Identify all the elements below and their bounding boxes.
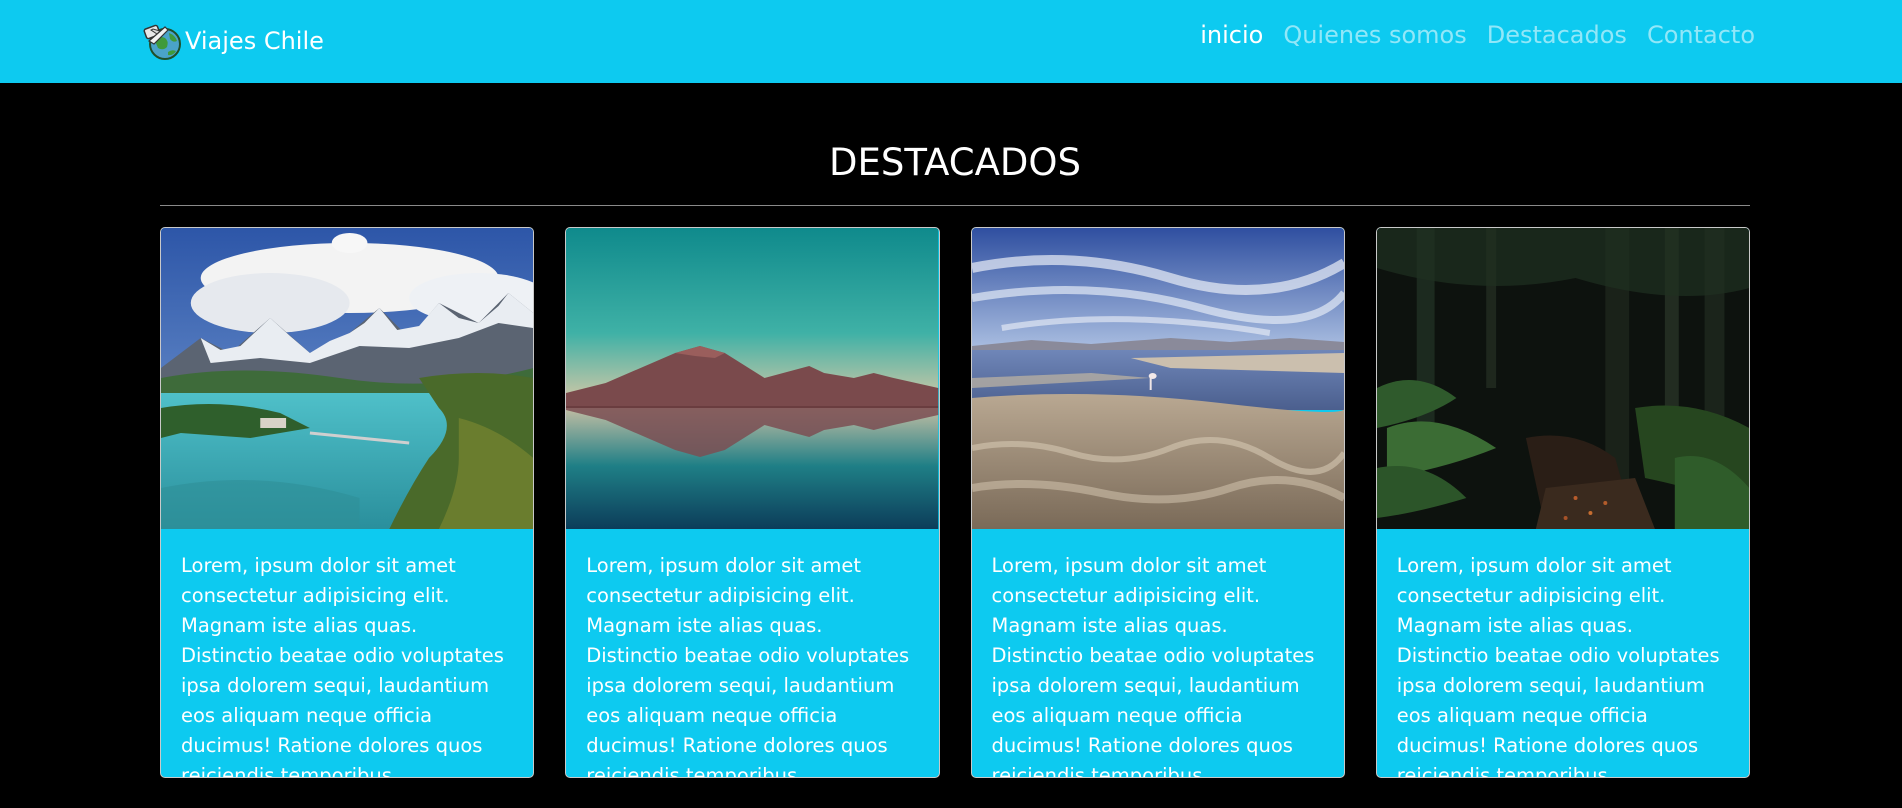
card-description: Lorem, ipsum dolor sit amet consectetur … bbox=[1396, 554, 1720, 778]
section-divider bbox=[160, 205, 1750, 206]
card-body: Lorem, ipsum dolor sit amet consectetur … bbox=[1377, 529, 1749, 778]
volcano-reflection-lake-photo bbox=[566, 228, 939, 529]
section-title: DESTACADOS bbox=[829, 141, 1081, 184]
destination-card[interactable]: Lorem, ipsum dolor sit amet consectetur … bbox=[565, 227, 940, 778]
nav-menu: inicio Quienes somos Destacados Contacto bbox=[1200, 18, 1755, 52]
card-body: Lorem, ipsum dolor sit amet consectetur … bbox=[566, 529, 938, 778]
card-body: Lorem, ipsum dolor sit amet consectetur … bbox=[161, 529, 533, 778]
nav-link-contacto[interactable]: Contacto bbox=[1647, 18, 1755, 52]
destination-card[interactable]: Lorem, ipsum dolor sit amet consectetur … bbox=[970, 227, 1345, 778]
card-description: Lorem, ipsum dolor sit amet consectetur … bbox=[991, 554, 1315, 778]
card-grid: Lorem, ipsum dolor sit amet consectetur … bbox=[160, 227, 1750, 778]
forest-trail-photo bbox=[1376, 228, 1749, 529]
nav-link-quienes-somos[interactable]: Quienes somos bbox=[1283, 18, 1466, 52]
travel-globe-logo-icon bbox=[143, 24, 181, 60]
card-description: Lorem, ipsum dolor sit amet consectetur … bbox=[586, 554, 910, 778]
brand-name: Viajes Chile bbox=[185, 27, 324, 55]
card-description: Lorem, ipsum dolor sit amet consectetur … bbox=[181, 554, 504, 778]
nav-link-inicio[interactable]: inicio bbox=[1200, 18, 1263, 52]
destination-card[interactable]: Lorem, ipsum dolor sit amet consectetur … bbox=[160, 227, 535, 778]
salt-flat-lagoon-photo bbox=[971, 228, 1344, 529]
destination-card[interactable]: Lorem, ipsum dolor sit amet consectetur … bbox=[1375, 227, 1750, 778]
card-body: Lorem, ipsum dolor sit amet consectetur … bbox=[972, 529, 1344, 778]
nav-link-destacados[interactable]: Destacados bbox=[1487, 18, 1627, 52]
brand-link[interactable]: Viajes Chile bbox=[143, 20, 324, 62]
torres-del-paine-lake-photo bbox=[161, 228, 534, 529]
navbar: Viajes Chile inicio Quienes somos Destac… bbox=[0, 0, 1902, 83]
